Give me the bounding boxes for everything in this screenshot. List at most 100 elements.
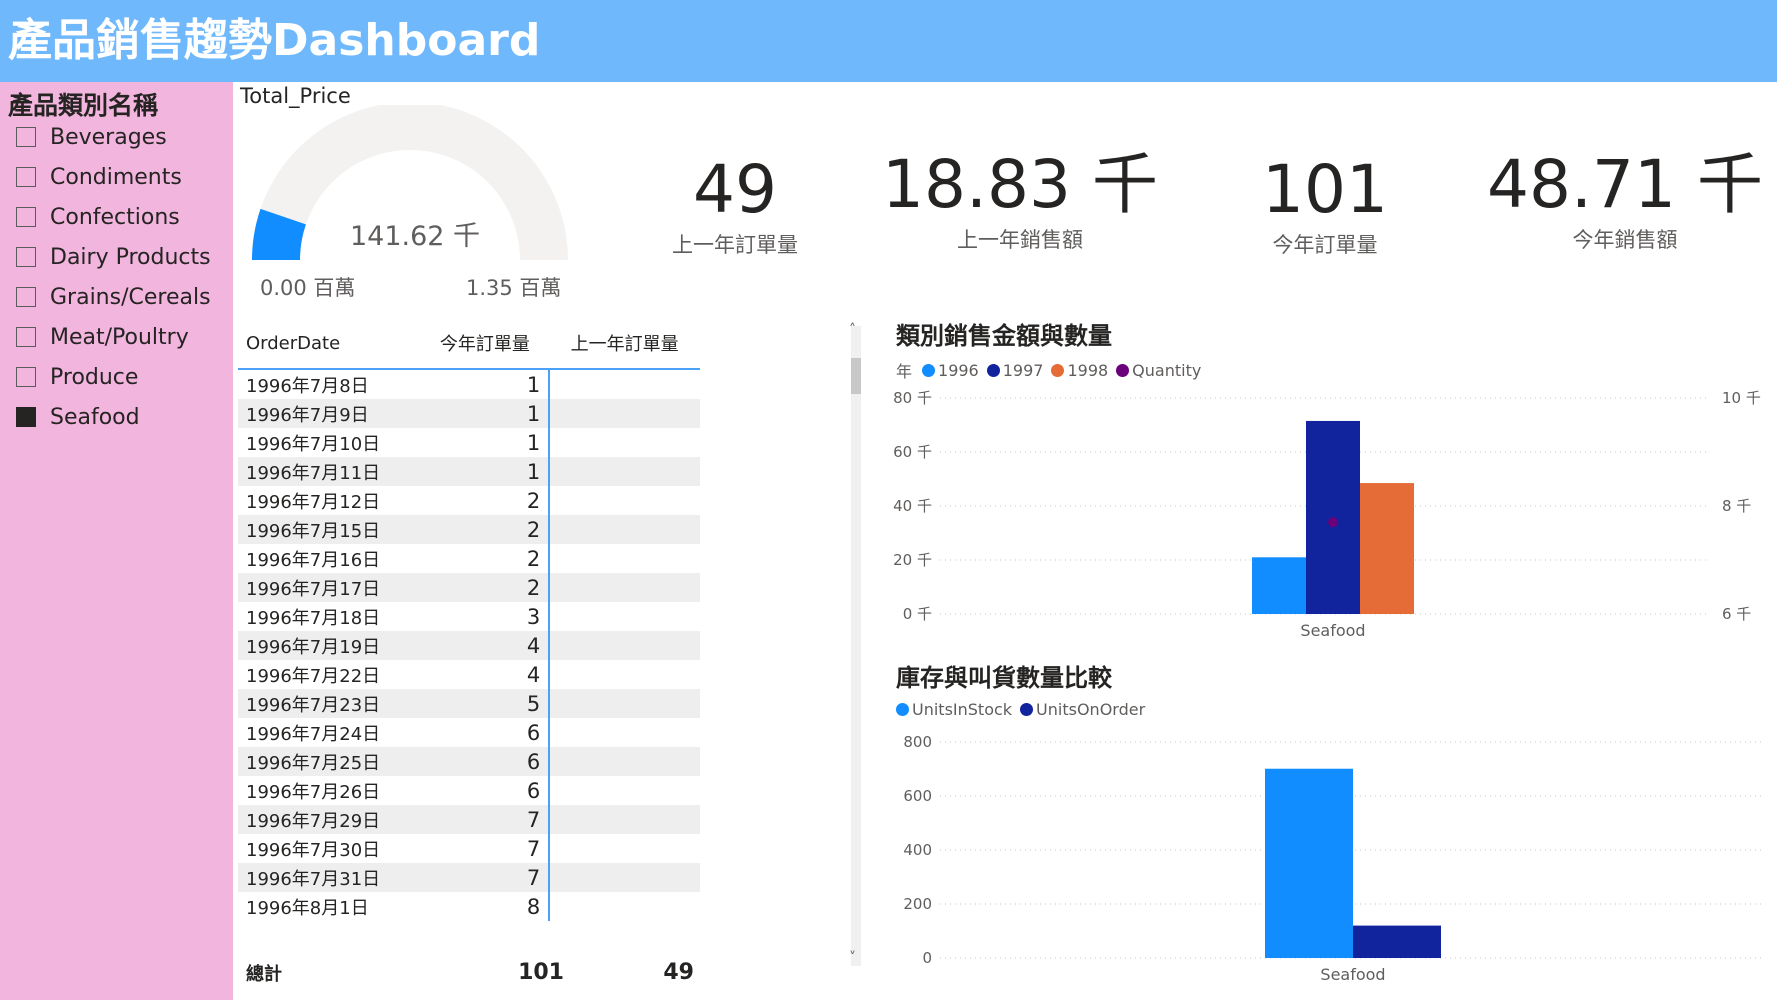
legend-label: UnitsOnOrder (1036, 700, 1146, 719)
stock-bar-chart: 0 200 400 600 800 Seafood (903, 733, 1765, 984)
legend-dot-icon (1051, 363, 1065, 377)
header-bar: 產品銷售趨勢Dashboard (0, 0, 1777, 82)
table-row[interactable]: 1996年7月16日 2 (238, 544, 700, 573)
kpi-label: 上一年銷售額 (957, 228, 1083, 252)
legend-entry-1996[interactable]: 1996 (922, 361, 979, 380)
table-row[interactable]: 1996年7月12日 2 (238, 486, 700, 515)
checkbox-icon[interactable] (16, 127, 36, 147)
legend-entry-1998[interactable]: 1998 (1051, 361, 1108, 380)
cell-last-year-orders (549, 747, 700, 776)
bar-1996 (1252, 557, 1306, 614)
slicer-item-confections[interactable]: Confections (16, 202, 180, 232)
scroll-down-icon[interactable]: ˅ (849, 950, 856, 966)
table-row[interactable]: 1996年7月15日 2 (238, 515, 700, 544)
y-tick-label: 0 千 (903, 605, 932, 623)
table-row[interactable]: 1996年7月30日 7 (238, 834, 700, 863)
column-header-this-year[interactable]: 今年訂單量 (420, 318, 550, 370)
slicer-item-produce[interactable]: Produce (16, 362, 138, 392)
table-row[interactable]: 1996年7月10日 1 (238, 428, 700, 457)
cell-orderdate: 1996年7月9日 (238, 399, 421, 428)
slicer-item-label: Grains/Cereals (50, 284, 211, 310)
cell-last-year-orders (549, 369, 700, 399)
kpi-label: 今年訂單量 (1272, 233, 1378, 257)
table-row[interactable]: 1996年7月31日 7 (238, 863, 700, 892)
checkbox-icon[interactable] (16, 287, 36, 307)
legend-entry-1997[interactable]: 1997 (986, 361, 1043, 380)
table-row[interactable]: 1996年7月9日 1 (238, 399, 700, 428)
table-row[interactable]: 1996年8月1日 8 (238, 892, 700, 921)
column-header-orderdate[interactable]: OrderDate (238, 318, 421, 370)
cell-this-year-orders: 6 (420, 776, 551, 805)
slicer-item-beverages[interactable]: Beverages (16, 122, 167, 152)
cell-this-year-orders: 7 (420, 834, 551, 863)
chart-sales-title: 類別銷售金額與數量 (896, 322, 1112, 350)
cell-last-year-orders (549, 805, 700, 834)
scroll-up-icon[interactable]: ˄ (849, 322, 856, 338)
legend-dot-icon (986, 363, 1000, 377)
table-row[interactable]: 1996年7月24日 6 (238, 718, 700, 747)
table-row[interactable]: 1996年7月18日 3 (238, 602, 700, 631)
cell-last-year-orders (549, 515, 700, 544)
checkbox-checked-icon[interactable] (16, 407, 36, 427)
slicer-item-label: Confections (50, 204, 180, 230)
slicer-item-label: Meat/Poultry (50, 324, 189, 350)
table-row[interactable]: 1996年7月29日 7 (238, 805, 700, 834)
slicer-item-condiments[interactable]: Condiments (16, 162, 182, 192)
slicer-item-grains-cereals[interactable]: Grains/Cereals (16, 282, 211, 312)
y-tick-label: 600 (903, 787, 932, 805)
column-header-last-year[interactable]: 上一年訂單量 (549, 318, 700, 370)
cell-orderdate: 1996年7月17日 (238, 573, 421, 602)
checkbox-icon[interactable] (16, 167, 36, 187)
kpi-label: 今年銷售額 (1572, 228, 1678, 252)
legend-label: 1996 (938, 360, 979, 380)
chart-stock-legend: UnitsInStock UnitsOnOrder (896, 700, 1153, 719)
legend-entry-unitsonorder[interactable]: UnitsOnOrder (1020, 700, 1145, 719)
cell-last-year-orders (549, 544, 700, 573)
table-row[interactable]: 1996年7月19日 4 (238, 631, 700, 660)
cell-this-year-orders: 2 (420, 544, 551, 573)
legend-dot-icon (896, 703, 909, 716)
y-tick-label: 60 千 (893, 443, 932, 461)
page-title: 產品銷售趨勢Dashboard (8, 15, 541, 66)
table-row[interactable]: 1996年7月25日 6 (238, 747, 700, 776)
slicer-item-dairy-products[interactable]: Dairy Products (16, 242, 211, 272)
table-row[interactable]: 1996年7月23日 5 (238, 689, 700, 718)
slicer-item-seafood[interactable]: Seafood (16, 402, 140, 432)
cell-this-year-orders: 6 (420, 747, 551, 776)
legend-entry-quantity[interactable]: Quantity (1116, 361, 1201, 380)
checkbox-icon[interactable] (16, 247, 36, 267)
checkbox-icon[interactable] (16, 327, 36, 347)
table-row[interactable]: 1996年7月8日 1 (238, 369, 700, 399)
cell-this-year-orders: 8 (420, 892, 551, 921)
table-row[interactable]: 1996年7月22日 4 (238, 660, 700, 689)
cell-orderdate: 1996年7月15日 (238, 515, 421, 544)
y-tick-label: 200 (903, 895, 932, 913)
checkbox-icon[interactable] (16, 367, 36, 387)
table-row[interactable]: 1996年7月26日 6 (238, 776, 700, 805)
scrollbar-thumb[interactable] (851, 358, 861, 394)
table-row[interactable]: 1996年7月11日 1 (238, 457, 700, 486)
chart-stock-title: 庫存與叫貨數量比較 (896, 664, 1112, 692)
checkbox-icon[interactable] (16, 207, 36, 227)
table-scrollbar[interactable] (849, 322, 863, 972)
cell-orderdate: 1996年7月29日 (238, 805, 421, 834)
cell-orderdate: 1996年7月30日 (246, 839, 381, 861)
legend-entry-unitsinstock[interactable]: UnitsInStock (896, 700, 1012, 719)
kpi-label: 上一年訂單量 (672, 233, 798, 257)
category-slicer: 產品類別名稱 Beverages Condiments Confections … (0, 82, 233, 1000)
x-category-label: Seafood (1320, 965, 1385, 984)
cell-this-year-orders: 7 (420, 863, 551, 892)
cell-last-year-orders (549, 892, 700, 921)
slicer-item-label: Condiments (50, 164, 182, 190)
slicer-item-meat-poultry[interactable]: Meat/Poultry (16, 322, 189, 352)
cell-last-year-orders (549, 834, 700, 863)
cell-last-year-orders (549, 660, 700, 689)
table-row[interactable]: 1996年7月17日 2 (238, 573, 700, 602)
cell-this-year-orders: 1 (420, 399, 551, 428)
scrollbar-track[interactable] (851, 326, 861, 966)
slicer-title: 產品類別名稱 (8, 91, 159, 120)
cell-orderdate: 1996年7月25日 (238, 747, 421, 776)
cell-orderdate: 1996年7月11日 (238, 457, 421, 486)
cell-orderdate: 1996年7月19日 (238, 631, 421, 660)
cell-this-year-orders: 6 (420, 718, 551, 747)
